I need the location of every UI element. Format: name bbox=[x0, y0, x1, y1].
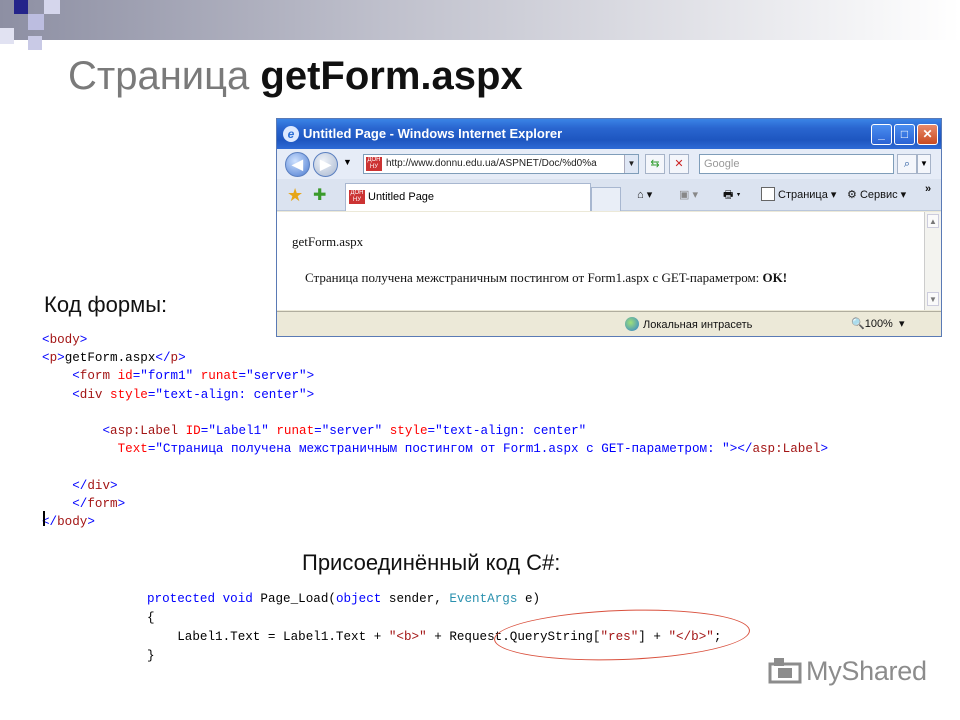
csharp-label: Присоединённый код C#: bbox=[302, 550, 561, 575]
zoom-icon: 🔍 bbox=[851, 318, 865, 330]
add-favorites-icon[interactable]: ✚ bbox=[313, 185, 326, 205]
address-bar[interactable]: ДОН НУ http://www.donnu.edu.ua/ASPNET/Doc… bbox=[363, 154, 639, 174]
ie-logo-icon: e bbox=[283, 126, 299, 142]
page-heading: getForm.aspx bbox=[292, 234, 364, 249]
slide-title: Страница getForm.aspx bbox=[68, 54, 523, 98]
code-line: </div> bbox=[72, 478, 118, 493]
tab-bar: ★ ✚ ДОН НУ Untitled Page ⌂ ▾ ▣ ▾ 🖶 ▾ Стра… bbox=[277, 179, 941, 211]
search-icon[interactable]: ⌕ bbox=[897, 154, 917, 174]
window-title: Untitled Page - Windows Internet Explore… bbox=[303, 126, 563, 141]
zoom-control[interactable]: 🔍100% ▾ bbox=[851, 317, 904, 330]
scroll-up-arrow[interactable]: ▲ bbox=[927, 214, 939, 228]
minimize-button[interactable]: _ bbox=[871, 124, 892, 145]
search-options-dropdown[interactable]: ▼ bbox=[917, 154, 931, 174]
code-line: Text="Страница получена межстраничным по… bbox=[117, 442, 829, 457]
stop-icon[interactable]: ✕ bbox=[669, 154, 689, 174]
security-zone: Локальная интрасеть bbox=[625, 317, 752, 331]
decor-square bbox=[0, 28, 14, 44]
home-icon[interactable]: ⌂ ▾ bbox=[637, 187, 652, 203]
decor-square bbox=[44, 0, 60, 14]
vertical-scrollbar[interactable]: ▲ ▼ bbox=[924, 212, 941, 310]
back-icon[interactable]: ◀ bbox=[285, 152, 310, 177]
history-dropdown[interactable]: ▼ bbox=[343, 157, 352, 167]
favorites-star-icon[interactable]: ★ bbox=[287, 185, 303, 206]
tab-title: Untitled Page bbox=[368, 191, 435, 203]
service-menu[interactable]: ⚙ Сервис ▾ bbox=[847, 187, 906, 203]
globe-icon bbox=[625, 317, 639, 331]
print-icon[interactable]: 🖶 ▾ bbox=[723, 187, 741, 203]
page-message: Страница получена межстраничным постинго… bbox=[305, 270, 788, 285]
page-content: getForm.aspx Страница получена межстрани… bbox=[277, 212, 924, 310]
scroll-down-arrow[interactable]: ▼ bbox=[927, 292, 939, 306]
code-line: <body> bbox=[42, 333, 88, 347]
address-text: http://www.donnu.edu.ua/ASPNET/Doc/%d0%a bbox=[386, 158, 597, 169]
code-line: <form id="form1" runat="server"> bbox=[72, 369, 315, 384]
code-line: </form> bbox=[72, 496, 126, 511]
toolbar-overflow[interactable]: » bbox=[925, 181, 931, 197]
tab-favicon: ДОН НУ bbox=[349, 190, 365, 204]
decor-square bbox=[28, 14, 44, 30]
code-line: protected void Page_Load(object sender, … bbox=[147, 592, 541, 606]
title-bar[interactable]: e Untitled Page - Windows Internet Explo… bbox=[277, 119, 941, 149]
watermark: MyShared bbox=[768, 656, 927, 687]
new-tab-button[interactable] bbox=[591, 187, 621, 211]
page-menu[interactable]: Страница ▾ bbox=[761, 187, 836, 203]
address-dropdown[interactable]: ▼ bbox=[624, 155, 638, 173]
code-line: <p>getForm.aspx</p> bbox=[42, 351, 186, 366]
close-button[interactable]: ✕ bbox=[917, 124, 938, 145]
ie-window: e Untitled Page - Windows Internet Explo… bbox=[276, 118, 942, 337]
form-code-label: Код формы: bbox=[44, 292, 168, 317]
code-line: <div style="text-align: center"> bbox=[72, 387, 315, 402]
code-line: <asp:Label ID="Label1" runat="server" st… bbox=[102, 424, 587, 439]
site-favicon: ДОН НУ bbox=[366, 157, 382, 171]
html-code-block: <body> <p>getForm.aspx</p> <form id="form… bbox=[42, 331, 828, 531]
code-line: </body> bbox=[42, 515, 95, 530]
maximize-button[interactable]: □ bbox=[894, 124, 915, 145]
decor-square bbox=[14, 0, 28, 14]
page-icon bbox=[761, 187, 775, 201]
search-input[interactable]: Google bbox=[699, 154, 894, 174]
slide-top-bar bbox=[0, 0, 960, 40]
feeds-icon[interactable]: ▣ ▾ bbox=[679, 187, 698, 203]
decor-square bbox=[28, 36, 42, 50]
forward-icon[interactable]: ▶ bbox=[313, 152, 338, 177]
tools-gear-icon: ⚙ bbox=[847, 189, 857, 201]
tab-untitled-page[interactable]: ДОН НУ Untitled Page bbox=[345, 183, 591, 211]
text-caret bbox=[43, 511, 45, 526]
navigation-bar: ◀ ▶ ▼ ДОН НУ http://www.donnu.edu.ua/ASPN… bbox=[277, 149, 941, 179]
myshared-logo-icon bbox=[768, 658, 802, 684]
refresh-icon[interactable]: ⇆ bbox=[645, 154, 665, 174]
